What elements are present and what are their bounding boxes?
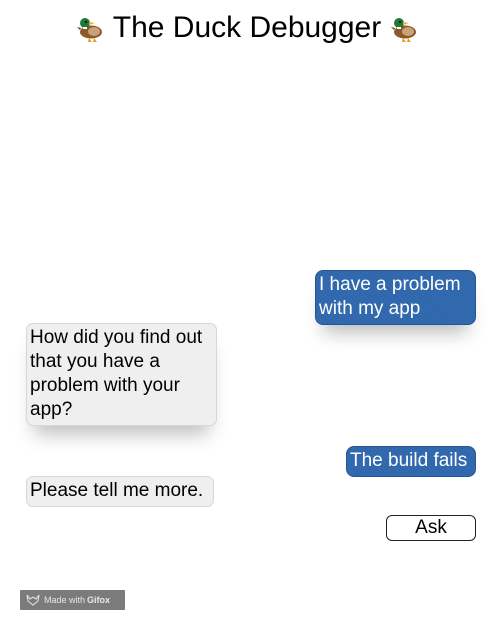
duck-message-bubble: Please tell me more.	[26, 476, 214, 507]
duck-icon	[76, 18, 102, 42]
ask-button[interactable]: Ask	[386, 515, 476, 541]
duck-icon	[391, 18, 417, 42]
watermark-text: Made with Gifox	[44, 595, 110, 605]
page-title: The Duck Debugger	[112, 11, 382, 44]
gifox-watermark[interactable]: Made with Gifox	[20, 590, 125, 610]
fox-icon	[26, 594, 40, 606]
duck-message-bubble: How did you find out that you have a pro…	[26, 323, 217, 426]
user-message-bubble: The build fails	[346, 446, 476, 477]
page-header: The Duck Debugger	[0, 8, 494, 48]
user-message-bubble: I have a problem with my app	[315, 270, 476, 325]
watermark-prefix: Made with	[44, 595, 86, 605]
watermark-brand: Gifox	[87, 595, 111, 605]
